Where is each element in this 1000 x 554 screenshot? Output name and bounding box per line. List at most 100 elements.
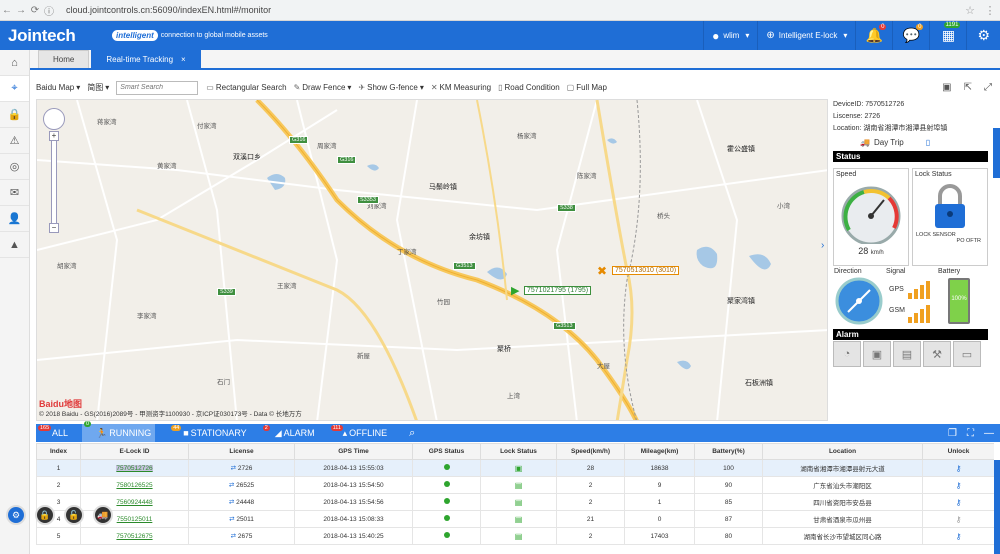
- zoom-out-button[interactable]: −: [49, 223, 59, 233]
- forward-icon[interactable]: →: [14, 5, 28, 16]
- lock-alarm-icon[interactable]: ▣: [863, 341, 891, 367]
- settings-gear-icon[interactable]: ⚙: [6, 505, 26, 525]
- minimize-icon[interactable]: —: [984, 428, 994, 439]
- calendar-button[interactable]: ▦ 1191: [929, 21, 966, 50]
- speed-alarm-icon[interactable]: ◔: [833, 341, 861, 367]
- km-measuring-button[interactable]: ✕ KM Measuring: [431, 83, 491, 92]
- chevron-right-icon[interactable]: ›: [821, 240, 824, 251]
- zoom-slider[interactable]: + −: [49, 131, 59, 233]
- col-unlock[interactable]: Unlock: [922, 443, 994, 460]
- star-icon[interactable]: ☆: [960, 4, 980, 17]
- close-icon[interactable]: ×: [181, 55, 186, 64]
- key-icon[interactable]: ⚷: [956, 481, 962, 490]
- col-gps-status[interactable]: GPS Status: [412, 443, 481, 460]
- col-index[interactable]: Index: [36, 443, 81, 460]
- restore-icon[interactable]: ❐: [948, 428, 957, 439]
- address-bar[interactable]: cloud.jointcontrols.cn:56090/indexEN.htm…: [62, 3, 960, 18]
- map-source-select[interactable]: Baidu Map ▾: [36, 83, 80, 92]
- table-row[interactable]: 1 7570512726 ⇄ 2726 2018-04-13 15:55:03 …: [36, 459, 994, 477]
- map-canvas[interactable]: + − 双溪口乡 马鬃岭镇 余坊镇 霍公盛镇 聚家湾镇 石板洲镇 聚桥 蒋家湾 …: [36, 99, 828, 421]
- back-icon[interactable]: ←: [0, 5, 14, 16]
- elock-id-link[interactable]: 7570512726: [116, 464, 153, 472]
- external-link-icon[interactable]: ⇱: [964, 82, 972, 93]
- map-type-select[interactable]: 简图 ▾: [87, 82, 109, 93]
- full-map-button[interactable]: ▢ Full Map: [567, 83, 607, 92]
- col-lock-status[interactable]: Lock Status: [480, 443, 557, 460]
- tab-realtime-tracking[interactable]: Real-time Tracking ×: [91, 50, 201, 68]
- row-elock-id[interactable]: 7570512726: [80, 459, 189, 477]
- col-gps-time[interactable]: GPS Time: [294, 443, 413, 460]
- day-trip-button[interactable]: 🚚 Day Trip ▯: [830, 135, 1000, 149]
- maximize-icon[interactable]: ⛶: [967, 428, 974, 439]
- battery-alarm-icon[interactable]: ▭: [953, 341, 981, 367]
- filter-alarm[interactable]: 2 ◢ ALARM: [261, 424, 315, 439]
- target-icon[interactable]: ◎: [0, 154, 29, 180]
- info-icon[interactable]: ⓘ: [42, 3, 56, 18]
- row-battery: 100: [694, 459, 763, 477]
- row-elock-id[interactable]: 7570512675: [80, 527, 189, 545]
- expand-icon[interactable]: ⤢: [984, 82, 992, 93]
- vehicle-label[interactable]: 7571021795 (1795): [524, 286, 592, 295]
- save-icon[interactable]: ▣: [942, 82, 951, 93]
- filter-all[interactable]: 165 ALL: [36, 425, 68, 438]
- rectangular-search-button[interactable]: ▭ Rectangular Search: [206, 83, 286, 92]
- home-icon[interactable]: ⌂: [0, 50, 29, 76]
- show-gfence-button[interactable]: ✈ Show G-fence ▾: [358, 83, 423, 92]
- speed-value: 28: [858, 246, 869, 256]
- draw-fence-button[interactable]: ✎ Draw Fence ▾: [294, 83, 352, 92]
- table-row[interactable]: 3 7560924448 ⇄ 24448 2018-04-13 15:54:56…: [36, 493, 994, 511]
- user-menu[interactable]: ● wlim ▾: [703, 21, 757, 50]
- pan-control[interactable]: [43, 108, 65, 130]
- col-elock-id[interactable]: E-Lock ID: [80, 443, 189, 460]
- unlock-alarm-icon[interactable]: ▤: [893, 341, 921, 367]
- key-icon[interactable]: ⚷: [956, 532, 962, 541]
- padlock-icon: [935, 184, 965, 228]
- table-scrollbar[interactable]: [994, 460, 1000, 554]
- product-menu[interactable]: ⊕ Intelligent E-lock ▾: [757, 21, 855, 50]
- elock-id-link[interactable]: 7570512675: [116, 533, 152, 540]
- row-battery: 85: [694, 493, 763, 511]
- report-icon[interactable]: ▲: [0, 232, 29, 258]
- key-icon[interactable]: ⚷: [956, 464, 962, 473]
- table-row[interactable]: 2 7580126525 ⇄ 26525 2018-04-13 15:54:50…: [36, 476, 994, 494]
- lock-floating-icon[interactable]: 🔒: [35, 505, 55, 525]
- vehicle-marker-green[interactable]: ▶: [511, 284, 519, 297]
- filter-stationary[interactable]: 44 ■ STATIONARY: [169, 425, 247, 438]
- road-condition-button[interactable]: ▯ Road Condition: [498, 83, 560, 92]
- col-speed[interactable]: Speed(km/h): [556, 443, 625, 460]
- alarm-icon[interactable]: ⚠: [0, 128, 29, 154]
- menu-icon[interactable]: ⋮: [980, 4, 1000, 17]
- unlock-floating-icon[interactable]: 🔓: [64, 505, 84, 525]
- smart-search-input[interactable]: [116, 80, 199, 95]
- key-icon[interactable]: ⚷: [956, 515, 962, 524]
- elock-id-link[interactable]: 7550125011: [117, 516, 153, 523]
- messages-button[interactable]: 💬 0: [892, 21, 929, 50]
- settings-button[interactable]: ⚙: [966, 21, 1000, 50]
- tab-home[interactable]: Home: [38, 50, 90, 68]
- mail-icon[interactable]: ✉: [0, 180, 29, 206]
- filter-offline[interactable]: 111 ▴ OFFLINE: [329, 424, 387, 439]
- col-mileage[interactable]: Mileage(km): [624, 443, 695, 460]
- lock-icon[interactable]: 🔒: [0, 102, 29, 128]
- tracking-icon[interactable]: ⌖: [0, 76, 29, 102]
- col-license[interactable]: License: [188, 443, 295, 460]
- table-row[interactable]: 5 7570512675 ⇄ 2675 2018-04-13 15:40:25 …: [36, 527, 994, 545]
- key-icon[interactable]: ⚷: [956, 498, 962, 507]
- alarm-section-title: Alarm: [833, 329, 988, 340]
- truck-floating-icon[interactable]: 🚚: [93, 505, 113, 525]
- table-row[interactable]: 4 7550125011 ⇄ 25011 2018-04-13 15:08:33…: [36, 510, 994, 528]
- zoom-in-button[interactable]: +: [49, 131, 59, 141]
- col-battery[interactable]: Battery(%): [694, 443, 763, 460]
- side-panel-toggle[interactable]: [993, 128, 1000, 178]
- users-icon[interactable]: 👤: [0, 206, 29, 232]
- tamper-alarm-icon[interactable]: ⚒: [923, 341, 951, 367]
- vehicle-marker-orange[interactable]: ✖: [597, 264, 607, 278]
- row-elock-id[interactable]: 7580126525: [80, 476, 189, 494]
- vehicle-label[interactable]: 7570513010 (3010): [612, 266, 680, 275]
- reload-icon[interactable]: ⟳: [28, 5, 42, 16]
- col-location[interactable]: Location: [762, 443, 923, 460]
- search-icon[interactable]: ⌕: [401, 427, 415, 440]
- elock-id-link[interactable]: 7580126525: [116, 482, 152, 489]
- alerts-button[interactable]: 🔔 0: [855, 21, 892, 50]
- filter-running[interactable]: 0 🏃 RUNNING: [82, 421, 156, 442]
